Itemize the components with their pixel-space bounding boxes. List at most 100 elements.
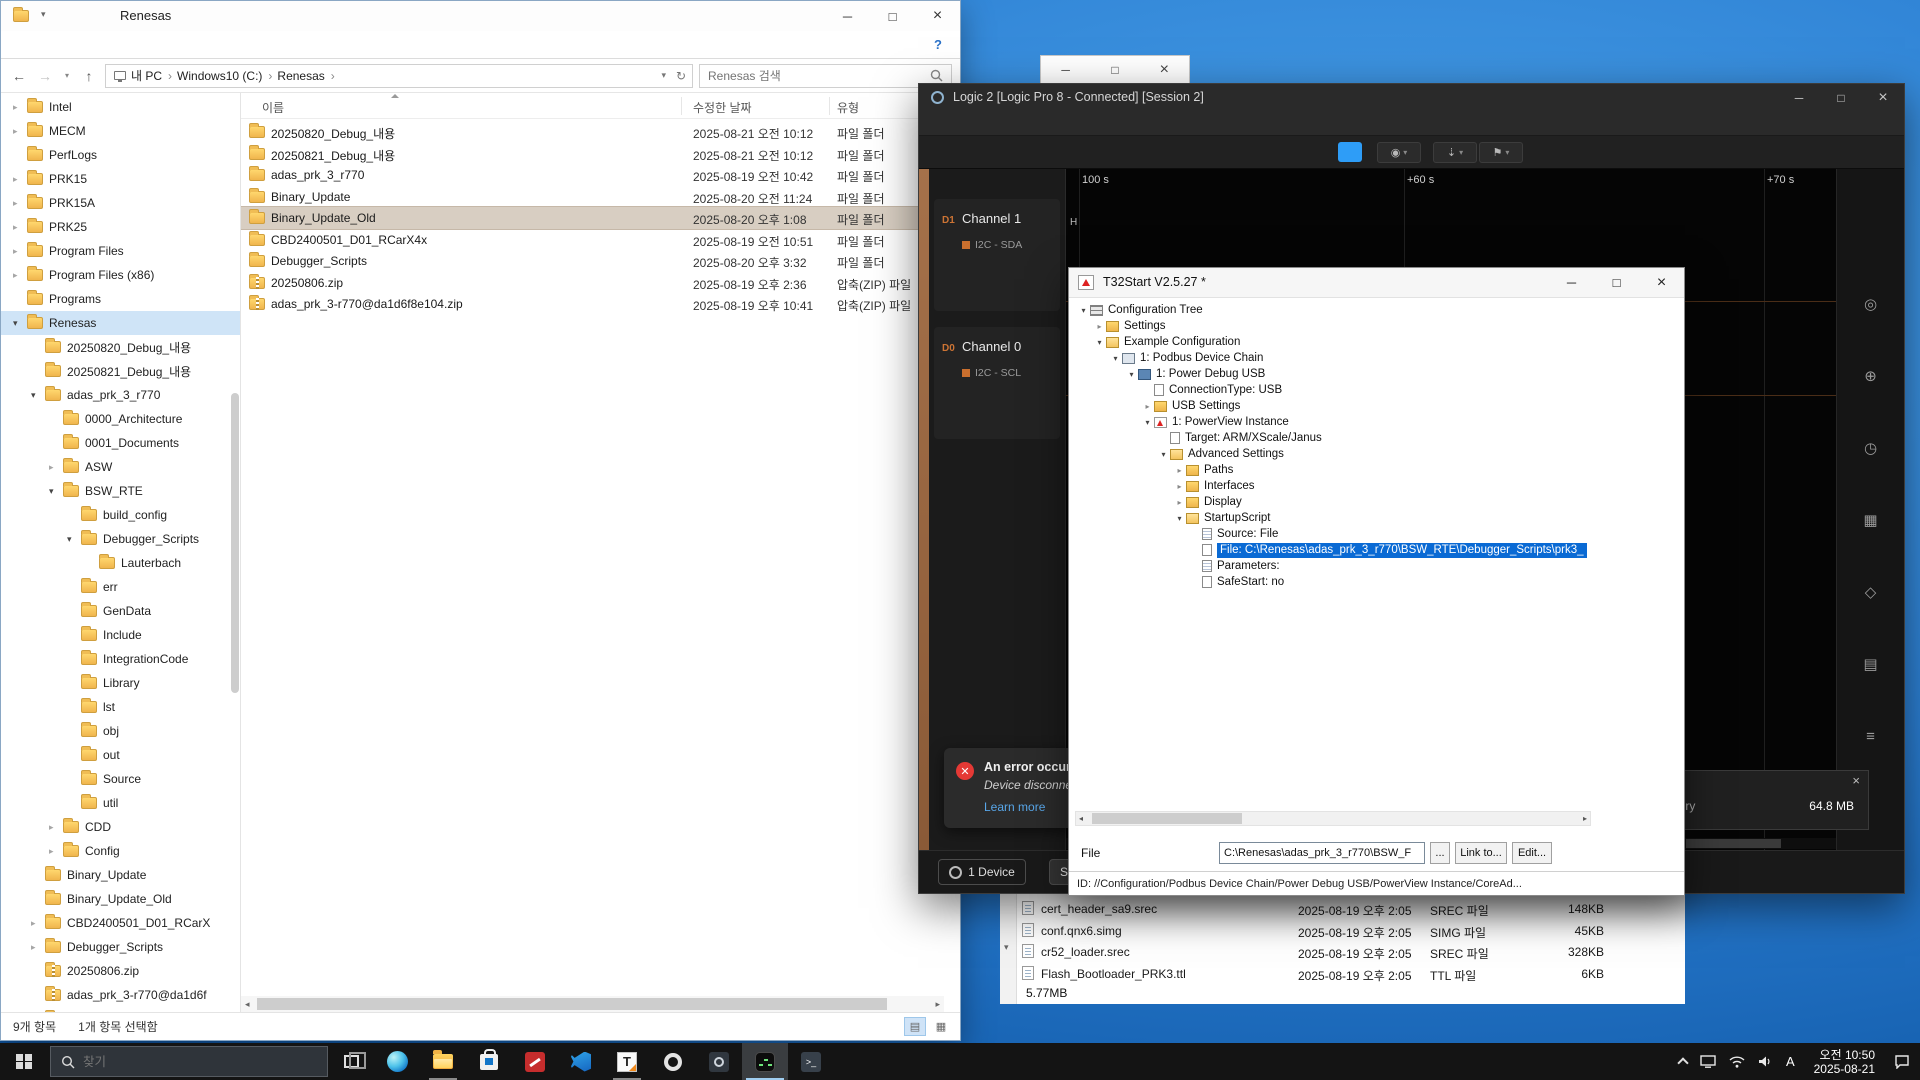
file-row[interactable]: cert_header_sa9.srec 2025-08-19 오후 2:05 … (1000, 898, 1685, 920)
sidebar-scrollbar[interactable] (231, 393, 239, 693)
sidebar-item[interactable]: Library (1, 671, 240, 695)
sidebar-item[interactable]: Lauterbach (1, 551, 240, 575)
trigger-tool-button[interactable]: ◉▾ (1377, 142, 1421, 163)
close-button[interactable] (1862, 84, 1904, 111)
t32-button[interactable] (1575, 312, 1679, 340)
ribbon-tab[interactable] (73, 31, 109, 58)
sidebar-item[interactable]: Renesas (1, 311, 240, 335)
tree-item[interactable]: Parameters: (1075, 558, 1591, 574)
sidebar-item[interactable]: IntegrationCode (1, 647, 240, 671)
sidebar-item[interactable]: ASW (1, 455, 240, 479)
file-row[interactable]: CBD2400501_D01_RCarX4x 2025-08-19 오전 10:… (241, 229, 946, 251)
flag-tool-button[interactable]: ⚑▾ (1479, 142, 1523, 163)
t32-button[interactable] (1575, 536, 1679, 564)
maximize-icon[interactable] (1090, 56, 1139, 83)
file-row[interactable]: 20250821_Debug_내용 2025-08-21 오전 10:12 파일… (241, 143, 946, 165)
sidebar-item[interactable]: Debugger_Scripts (1, 935, 240, 959)
browse-button[interactable]: ... (1430, 842, 1450, 864)
tree-item[interactable]: SafeStart: no (1075, 574, 1591, 590)
file-row[interactable]: adas_prk_3-r770@da1d6f8e104.zip 2025-08-… (241, 293, 946, 315)
minimize-button[interactable] (1778, 84, 1820, 111)
expander-icon[interactable] (13, 126, 27, 137)
scrollbar-thumb[interactable] (1686, 839, 1781, 848)
maximize-button[interactable] (1820, 84, 1862, 111)
t32start-icon[interactable] (604, 1043, 650, 1080)
tree-item[interactable]: Display (1075, 494, 1591, 510)
expander-icon[interactable] (1157, 450, 1170, 459)
close-button[interactable] (1639, 268, 1684, 297)
channel-block[interactable]: D1 Channel 1 I2C - SDA (934, 199, 1060, 311)
sidebar-item[interactable]: Binary_Update_Old (1, 887, 240, 911)
visibility-icon[interactable]: ◎ (1864, 297, 1877, 313)
start-button[interactable] (0, 1043, 48, 1080)
tree-item[interactable]: Paths (1075, 462, 1591, 478)
file-row[interactable]: Binary_Update_Old 2025-08-20 오후 1:08 파일 … (241, 207, 946, 229)
expander-icon[interactable] (13, 246, 27, 257)
scrollbar-thumb[interactable] (257, 998, 887, 1010)
sidebar-item[interactable]: Debugger_Scripts (1, 527, 240, 551)
scrollbar-thumb[interactable] (1092, 813, 1242, 824)
help-icon[interactable]: ? (934, 37, 942, 52)
vscode-icon[interactable] (558, 1043, 604, 1080)
back-button[interactable]: ← (9, 68, 29, 84)
learn-more-link[interactable]: Learn more (984, 800, 1045, 814)
scroll-left-icon[interactable]: ◂ (245, 999, 250, 1010)
tree-item[interactable]: Source: File (1075, 526, 1591, 542)
measurements-icon[interactable]: ▤ (1863, 657, 1877, 673)
scroll-left-icon[interactable]: ◂ (1079, 814, 1083, 823)
maximize-button[interactable] (870, 1, 915, 31)
minimize-icon[interactable] (1041, 56, 1090, 83)
sidebar-item[interactable]: CDD (1, 815, 240, 839)
taskbar-clock[interactable]: 오전 10:50 2025-08-21 (1808, 1048, 1881, 1076)
tree-item[interactable]: 1: PowerView Instance (1075, 414, 1591, 430)
link-to-button[interactable]: Link to... (1455, 842, 1507, 864)
up-button[interactable]: ↑ (79, 68, 99, 84)
t32-button[interactable] (1575, 424, 1679, 452)
ribbon-tab[interactable] (1, 31, 37, 58)
expander-icon[interactable] (13, 222, 27, 233)
scroll-right-icon[interactable]: ▸ (1583, 814, 1587, 823)
column-divider[interactable] (829, 97, 830, 115)
close-icon[interactable] (1140, 56, 1189, 83)
t32-button[interactable] (1575, 508, 1679, 536)
sidebar-item[interactable]: out (1, 743, 240, 767)
expander-icon[interactable] (49, 486, 63, 497)
sidebar-item[interactable]: Programs (1, 287, 240, 311)
expander-icon[interactable] (13, 198, 27, 209)
taskbar-search-input[interactable] (83, 1055, 317, 1069)
sidebar-item[interactable]: Program Files (x86) (1, 263, 240, 287)
sidebar-item[interactable]: Include (1, 623, 240, 647)
sidebar-item[interactable]: err (1, 575, 240, 599)
tree-item[interactable]: 1: Podbus Device Chain (1075, 350, 1591, 366)
column-header-name[interactable]: 이름 (262, 99, 284, 116)
tree-item[interactable]: Interfaces (1075, 478, 1591, 494)
file-row[interactable]: 20250806.zip 2025-08-19 오후 2:36 압축(ZIP) … (241, 272, 946, 294)
tree-item[interactable]: ConnectionType: USB (1075, 382, 1591, 398)
sidebar-item[interactable]: Source (1, 767, 240, 791)
edge-icon[interactable] (374, 1043, 420, 1080)
tree-item[interactable]: 1: Power Debug USB (1075, 366, 1591, 382)
t32-button[interactable] (1575, 564, 1679, 592)
expander-icon[interactable] (13, 102, 27, 113)
wifi-icon[interactable] (1729, 1056, 1745, 1068)
expander-icon[interactable] (1173, 482, 1186, 491)
channel-block[interactable]: D0 Channel 0 I2C - SCL (934, 327, 1060, 439)
breadcrumb-item[interactable]: Windows10 (C:) (177, 69, 272, 83)
sidebar-item[interactable]: BSW_RTE (1, 479, 240, 503)
search-field[interactable] (699, 64, 952, 88)
file-row[interactable]: adas_prk_3_r770 2025-08-19 오전 10:42 파일 폴… (241, 164, 946, 186)
expander-icon[interactable] (1077, 306, 1090, 315)
sidebar-item[interactable]: PerfLogs (1, 143, 240, 167)
expander-icon[interactable] (1093, 322, 1106, 331)
sidebar-item[interactable]: 0000_Architecture (1, 407, 240, 431)
sidebar-item[interactable]: 0001_Documents (1, 431, 240, 455)
notes-icon[interactable]: ≡ (1866, 729, 1875, 745)
capture-settings-icon[interactable]: ⊕ (1864, 369, 1877, 385)
expander-icon[interactable] (1173, 514, 1186, 523)
sidebar-item[interactable]: Config (1, 839, 240, 863)
tree-item[interactable]: Settings (1075, 318, 1591, 334)
expander-icon[interactable] (49, 822, 63, 833)
tree-item[interactable]: USB Settings (1075, 398, 1591, 414)
sidebar-item[interactable]: Program Files (1, 239, 240, 263)
taskbar-search[interactable] (50, 1046, 328, 1077)
